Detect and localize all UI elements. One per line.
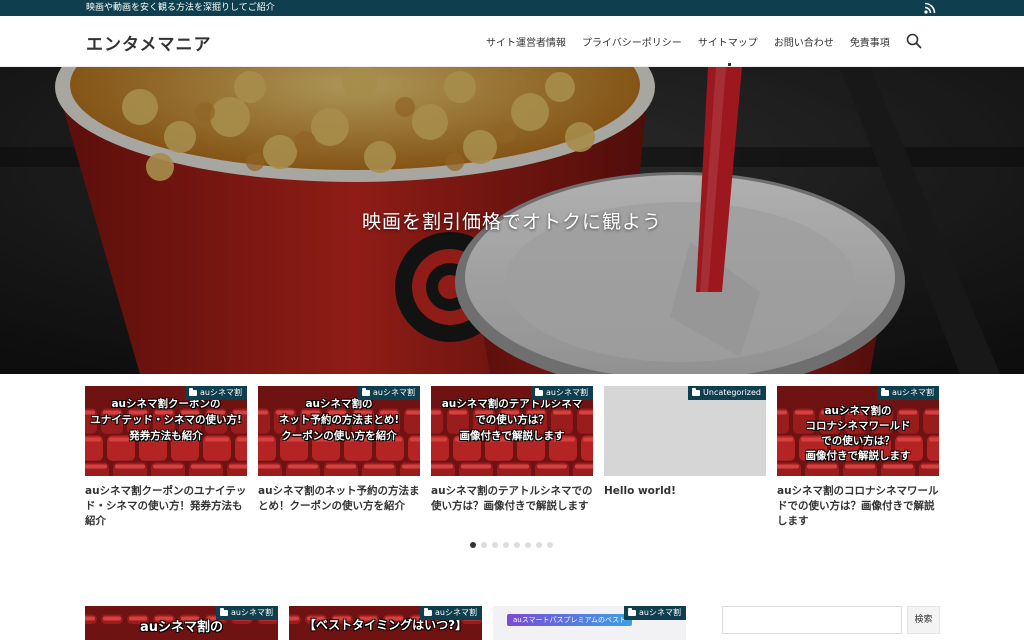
rss-icon[interactable] xyxy=(924,2,936,14)
thumbnail-caption: auシネマ割クーポンの ユナイテッド・シネマの使い方! 発券方法も紹介 xyxy=(90,398,242,442)
site-header: エンタメマニア サイト運営者情報 プライバシーポリシー サイトマップ お問い合わ… xyxy=(0,16,1024,67)
category-badge[interactable]: auシネマ割 xyxy=(358,386,420,400)
post-list: auシネマ割の auシネマ割 【ベストタイミングはいつ?】 auシネマ割 auス… xyxy=(85,606,705,640)
main-nav: サイト運営者情報 プライバシーポリシー サイトマップ お問い合わせ 免責事項 xyxy=(478,16,898,67)
carousel-dot[interactable] xyxy=(547,542,553,548)
carousel-dot[interactable] xyxy=(525,542,531,548)
post-card[interactable]: auスマートパスプレミアムのベスト auシネマ割 xyxy=(493,606,686,640)
category-badge[interactable]: auシネマ割 xyxy=(216,606,278,620)
carousel-pagination xyxy=(470,542,553,548)
folder-icon xyxy=(535,388,544,396)
nav-item-disclaimer[interactable]: 免責事項 xyxy=(842,34,898,49)
thumbnail-caption: auシネマ割のテアトルシネマ での使い方は？ 画像付きで解説します xyxy=(441,398,583,442)
carousel-dot[interactable] xyxy=(481,542,487,548)
carousel-dot[interactable] xyxy=(536,542,542,548)
category-badge[interactable]: auシネマ割 xyxy=(531,386,593,400)
nav-item-contact[interactable]: お問い合わせ xyxy=(766,34,842,49)
folder-icon xyxy=(424,608,433,616)
carousel-dot[interactable] xyxy=(514,542,520,548)
thumbnail-caption: auシネマ割の ネット予約の方法まとめ! クーポンの使い方を紹介 xyxy=(278,398,400,442)
site-tagline: 映画や動画を安く観る方法を深掘りしてご紹介 xyxy=(86,3,275,13)
featured-carousel: auシネマ割クーポンの ユナイテッド・シネマの使い方! 発券方法も紹介 auシネ… xyxy=(85,386,941,536)
hero-headline: 映画を割引価格でオトクに観よう xyxy=(361,211,662,233)
nav-item-sitemap[interactable]: サイトマップ xyxy=(690,34,766,66)
carousel-card[interactable]: auシネマ割の ネット予約の方法まとめ! クーポンの使い方を紹介 auシネマ割 … xyxy=(258,386,420,536)
folder-icon xyxy=(220,608,229,616)
nav-item-privacy-policy[interactable]: プライバシーポリシー xyxy=(574,34,690,49)
top-bar: 映画や動画を安く観る方法を深掘りしてご紹介 xyxy=(0,0,1024,16)
thumbnail-caption: auシネマ割の コロナシネマワールド での使い方は？ 画像付きで解説します xyxy=(805,405,911,462)
post-card[interactable]: 【ベストタイミングはいつ?】 auシネマ割 xyxy=(289,606,482,640)
card-title[interactable]: Hello world! xyxy=(604,484,766,499)
category-badge[interactable]: auシネマ割 xyxy=(877,386,939,400)
carousel-dot[interactable] xyxy=(492,542,498,548)
folder-icon xyxy=(189,388,198,396)
folder-icon xyxy=(628,608,637,616)
carousel-card[interactable]: auシネマ割のテアトルシネマ での使い方は？ 画像付きで解説します auシネマ割… xyxy=(431,386,593,536)
category-badge[interactable]: auシネマ割 xyxy=(624,606,686,620)
hero-banner: 映画を割引価格でオトクに観よう xyxy=(0,67,1024,374)
folder-icon xyxy=(692,388,701,396)
carousel-dot[interactable] xyxy=(470,542,476,548)
sidebar-search-input[interactable] xyxy=(722,606,902,634)
folder-icon xyxy=(362,388,371,396)
post-card[interactable]: auシネマ割の auシネマ割 xyxy=(85,606,278,640)
carousel-card[interactable]: Uncategorized Hello world! xyxy=(604,386,766,536)
carousel-dot[interactable] xyxy=(503,542,509,548)
carousel-card[interactable]: auシネマ割クーポンの ユナイテッド・シネマの使い方! 発券方法も紹介 auシネ… xyxy=(85,386,247,536)
category-badge[interactable]: auシネマ割 xyxy=(420,606,482,620)
search-icon[interactable] xyxy=(905,32,923,50)
card-title[interactable]: auシネマ割のテアトルシネマでの使い方は？画像付きで解説します xyxy=(431,484,593,514)
category-badge[interactable]: auシネマ割 xyxy=(185,386,247,400)
promo-label: auスマートパスプレミアムのベスト xyxy=(507,614,633,626)
sidebar-search-button[interactable]: 検索 xyxy=(907,606,940,634)
card-title[interactable]: auシネマ割クーポンのユナイテッド・シネマの使い方！発券方法も紹介 xyxy=(85,484,247,529)
site-logo[interactable]: エンタメマニア xyxy=(86,30,212,55)
card-title[interactable]: auシネマ割のコロナシネマワールドでの使い方は？画像付きで解説します xyxy=(777,484,939,529)
card-title[interactable]: auシネマ割のネット予約の方法まとめ！クーポンの使い方を紹介 xyxy=(258,484,420,514)
category-badge[interactable]: Uncategorized xyxy=(688,386,766,400)
carousel-card[interactable]: auシネマ割の コロナシネマワールド での使い方は？ 画像付きで解説します au… xyxy=(777,386,939,536)
nav-item-operator-info[interactable]: サイト運営者情報 xyxy=(478,34,574,49)
folder-icon xyxy=(881,388,890,396)
